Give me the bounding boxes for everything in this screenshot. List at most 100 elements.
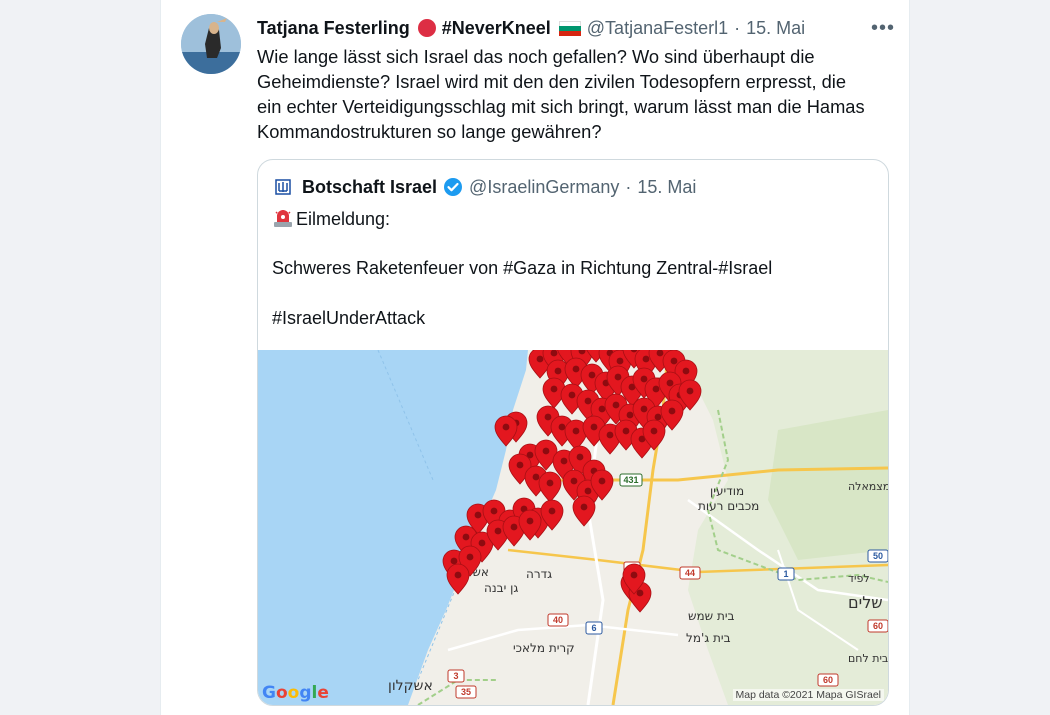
map-pin-dot [626,411,634,419]
map-pin-dot [636,589,644,597]
map-pin-dot [462,533,470,541]
map-pin-dot [526,517,534,525]
place-label: קרית מלאכי [513,641,575,655]
map-pin-dot [640,405,648,413]
verified-badge-icon [444,178,463,196]
tweet-text-line: Geheimdienste? Israel wird mit den den z… [257,71,847,92]
map-pin-dot [590,423,598,431]
road-shield-label: 40 [553,615,563,625]
embassy-emblem-icon[interactable] [272,176,294,198]
quoted-tweet-header: Botschaft Israel @IsraelinGermany · 15. … [272,176,696,198]
map-pin-dot [588,371,596,379]
map-pin-dot [450,557,458,565]
map-pin-dot [616,357,624,365]
map-pin-dot [558,423,566,431]
place-label: מצמאלה [848,480,888,493]
road-shield-label: 1 [783,569,788,579]
place-label: מכבים רעות [698,499,759,513]
avatar-image [181,14,241,74]
map-pin-dot [580,503,588,511]
quoted-line-rocket-fire: Schweres Raketenfeuer von #Gaza in Richt… [272,258,773,278]
quoted-separator: · [625,176,632,197]
tweet-text-line: Wie lange lässt sich Israel das noch gef… [257,46,815,67]
map-pin-dot [622,427,630,435]
siren-icon [274,210,292,227]
quoted-author-name[interactable]: Botschaft Israel [302,177,437,198]
map-pin-dot [550,385,558,393]
map-pin-dot [532,473,540,481]
author-handle[interactable]: @TatjanaFesterl1 [587,18,728,39]
map-pin-dot [598,405,606,413]
map-pin-dot [554,367,562,375]
road-shield-label: 60 [823,675,833,685]
author-avatar[interactable] [181,14,241,74]
map-pin-dot [576,453,584,461]
tweet-header: Tatjana Festerling #NeverKneel @TatjanaF… [257,16,895,40]
more-options-icon[interactable]: ••• [871,17,895,40]
map-pin-dot [548,507,556,515]
road-shield-label: 50 [873,551,883,561]
map-pin-dot [536,355,544,363]
map-pin-dot [584,397,592,405]
map-pin-dot [670,357,678,365]
place-label: לפיד [848,572,870,585]
tweet-date[interactable]: 15. Mai [746,18,805,39]
quoted-line-breaking: Eilmeldung: [272,207,390,230]
map-pin-dot [544,413,552,421]
map-pin-dot [654,413,662,421]
road-shield-label: 6 [591,623,596,633]
place-label: גדרה [526,567,552,581]
author-name[interactable]: Tatjana Festerling [257,18,410,39]
map-pin-dot [612,401,620,409]
author-hashtag[interactable]: #NeverKneel [442,18,551,39]
place-label: בית לחם [848,652,888,665]
road-shield-label: 3 [453,671,458,681]
map-canvas: 431 3 44 1 50 40 6 3 35 60 60 3 מודיעין … [258,350,888,705]
quoted-date[interactable]: 15. Mai [637,177,696,198]
road-shield-label: 44 [685,568,695,578]
tweet-text-line: ein echter Verteidigungsschlag mit sich … [257,96,865,117]
road-shield-label: 35 [461,687,471,697]
map-pin-dot [510,523,518,531]
map-pin-dot [546,479,554,487]
map-pin-dot [494,527,502,535]
map-pin-dot [516,461,524,469]
map-pin-dot [666,379,674,387]
place-label: אשקלון [388,678,433,694]
map-pin-dot [652,385,660,393]
map-pin-dot [466,553,474,561]
alert-map[interactable]: 431 3 44 1 50 40 6 3 35 60 60 3 מודיעין … [258,350,888,705]
tweet-column: Tatjana Festerling #NeverKneel @TatjanaF… [160,0,910,715]
quoted-handle[interactable]: @IsraelinGermany [469,177,619,198]
map-pin-dot [572,427,580,435]
map-pin-dot [614,373,622,381]
quoted-line-hashtag: #IsraelUnderAttack [272,308,426,328]
map-pin-dot [640,375,648,383]
map-credit: Map data ©2021 Mapa GISrael [732,689,884,701]
tweet-text: Wie lange lässt sich Israel das noch gef… [257,44,887,144]
place-label: בית ג'מל [686,631,731,645]
map-pin-dot [650,427,658,435]
tweet-text-line: Kommandostrukturen so lange gewähren? [257,121,602,142]
map-pin-dot [568,391,576,399]
map-pin-dot [606,431,614,439]
map-pin-dot [630,571,638,579]
map-pin-dot [584,487,592,495]
map-pin-dot [686,387,694,395]
quoted-tweet[interactable]: Botschaft Israel @IsraelinGermany · 15. … [257,159,889,706]
quoted-breaking-label: Eilmeldung: [296,209,391,229]
map-pin-dot [490,507,498,515]
header-separator: · [734,17,741,38]
place-label: מודיעין [710,484,744,498]
google-logo: Google [262,683,329,703]
red-circle-icon [417,19,436,37]
road-shield-label: 60 [873,621,883,631]
place-label: גן יבנה [484,581,518,595]
map-pin-dot [682,367,690,375]
map-pin-dot [502,423,510,431]
road-shield-label: 431 [623,475,638,485]
bulgaria-flag-icon [558,20,581,36]
map-pin-dot [478,539,486,547]
place-label: בית שמש [688,609,735,623]
map-pin-dot [668,407,676,415]
